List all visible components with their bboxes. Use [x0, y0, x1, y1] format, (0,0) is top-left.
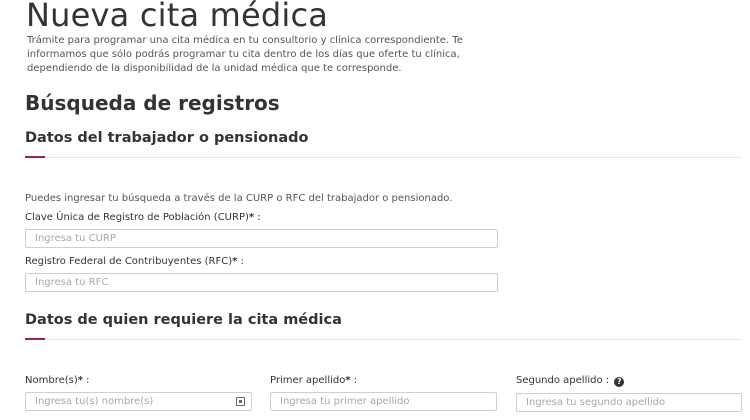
primer-apellido-input[interactable] — [270, 392, 497, 411]
rfc-label: Registro Federal de Contribuyentes (RFC)… — [25, 256, 244, 267]
rfc-input[interactable] — [25, 273, 498, 292]
worker-section-heading: Datos del trabajador o pensionado — [25, 130, 309, 146]
rfc-label-text: Registro Federal de Contribuyentes (RFC) — [25, 256, 233, 267]
rfc-label-suffix: : — [237, 256, 244, 267]
page: Nueva cita médica Trámite para programar… — [0, 0, 750, 420]
patient-heading-accent — [25, 338, 45, 340]
search-heading: Búsqueda de registros — [25, 91, 280, 115]
nombre-label: Nombre(s)* : — [25, 375, 90, 386]
primer-apellido-label-suffix: : — [350, 375, 358, 386]
nombre-label-text: Nombre(s) — [25, 375, 78, 386]
curp-input[interactable] — [25, 229, 498, 248]
nombre-label-suffix: : — [82, 375, 90, 386]
question-circle-icon[interactable]: ? — [614, 377, 625, 387]
worker-heading-accent — [25, 156, 45, 158]
primer-apellido-label: Primer apellido* : — [270, 375, 357, 386]
primer-apellido-label-text: Primer apellido — [270, 375, 346, 386]
curp-label: Clave Única de Registro de Población (CU… — [25, 212, 261, 223]
segundo-apellido-input[interactable] — [516, 393, 742, 412]
curp-label-text: Clave Única de Registro de Población (CU… — [25, 212, 249, 223]
patient-heading-divider — [45, 339, 742, 340]
search-hint: Puedes ingresar tu búsqueda a través de … — [25, 193, 453, 204]
contact-card-icon[interactable] — [236, 397, 245, 406]
nombre-input[interactable] — [25, 392, 252, 411]
segundo-apellido-label-text: Segundo apellido : — [516, 375, 610, 386]
segundo-apellido-label: Segundo apellido : ? — [516, 375, 625, 387]
page-title: Nueva cita médica — [26, 0, 329, 34]
patient-section-heading: Datos de quien requiere la cita médica — [25, 312, 342, 328]
curp-label-suffix: : — [254, 212, 261, 223]
worker-heading-divider — [45, 157, 742, 158]
intro-text: Trámite para programar una cita médica e… — [27, 35, 463, 74]
